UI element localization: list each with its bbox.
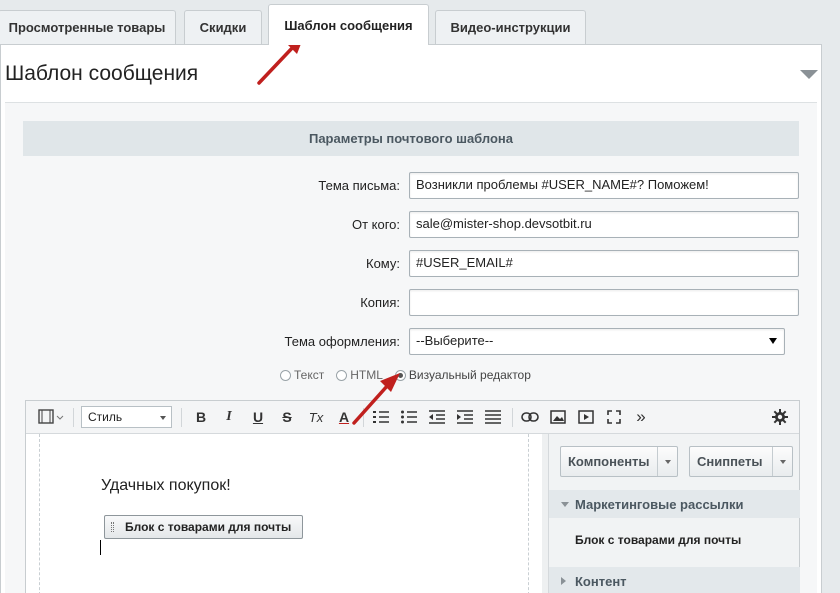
- chevron-right-icon: [561, 577, 566, 585]
- to-field[interactable]: #USER_EMAIL#: [409, 250, 799, 277]
- editor-content-area[interactable]: Удачных покупок! Блок с товарами для поч…: [26, 434, 548, 593]
- align-justify-icon[interactable]: [482, 407, 504, 427]
- theme-select[interactable]: --Выберите--: [409, 328, 785, 355]
- to-label: Кому:: [366, 256, 400, 271]
- tab-message-template[interactable]: Шаблон сообщения: [268, 4, 429, 45]
- group-marketing-label: Маркетинговые рассылки: [575, 496, 744, 512]
- template-mode-icon[interactable]: [36, 407, 66, 427]
- subject-label: Тема письма:: [318, 178, 400, 193]
- page-title: Шаблон сообщения: [5, 62, 199, 85]
- editor-toolbar: Стиль B I U S Tx A »: [26, 401, 799, 434]
- chevron-down-icon[interactable]: [772, 447, 792, 476]
- collapse-arrow-icon[interactable]: [800, 70, 818, 79]
- chevron-down-icon: [160, 416, 166, 420]
- theme-select-value: --Выберите--: [416, 333, 494, 348]
- group-marketing-header[interactable]: Маркетинговые рассылки: [549, 490, 800, 518]
- text-cursor: [100, 540, 101, 555]
- toolbar-divider: [512, 408, 513, 427]
- toolbar-divider: [181, 408, 182, 427]
- theme-label: Тема оформления:: [284, 334, 400, 349]
- chevron-down-icon[interactable]: [657, 447, 677, 476]
- components-sidebar: Компоненты Сниппеты Маркетинговые рассыл…: [548, 434, 800, 593]
- style-select-value: Стиль: [88, 410, 123, 424]
- visual-editor: Стиль B I U S Tx A » Удачных покупок! Бл…: [25, 400, 800, 593]
- components-button[interactable]: Компоненты: [560, 446, 678, 477]
- subject-field[interactable]: Возникли проблемы #USER_NAME#? Поможем!: [409, 172, 799, 199]
- radio-visual-editor[interactable]: Визуальный редактор: [394, 368, 531, 382]
- editor-page-guides: [39, 434, 529, 593]
- snippets-button-label: Сниппеты: [697, 454, 763, 469]
- annotation-arrow-icon: [352, 373, 400, 425]
- outdent-icon[interactable]: [426, 407, 448, 427]
- copy-field[interactable]: [409, 289, 799, 316]
- indent-icon[interactable]: [454, 407, 476, 427]
- components-button-label: Компоненты: [568, 454, 650, 469]
- product-block-chip[interactable]: Блок с товарами для почты: [104, 515, 303, 539]
- snippets-button[interactable]: Сниппеты: [689, 446, 793, 477]
- tab-viewed-products[interactable]: Просмотренные товары: [0, 10, 176, 44]
- chevron-down-icon: [561, 502, 569, 507]
- image-icon[interactable]: [547, 407, 569, 427]
- group-marketing-item[interactable]: Блок с товарами для почты: [575, 533, 741, 547]
- section-header: Параметры почтового шаблона: [23, 121, 799, 156]
- radio-text-label: Текст: [294, 368, 325, 382]
- group-content-label: Контент: [575, 573, 627, 589]
- bold-button[interactable]: B: [191, 407, 211, 427]
- more-button[interactable]: »: [630, 407, 652, 427]
- underline-button[interactable]: U: [248, 407, 268, 427]
- link-icon[interactable]: [519, 407, 541, 427]
- from-field[interactable]: sale@mister-shop.devsotbit.ru: [409, 211, 799, 238]
- video-icon[interactable]: [575, 407, 597, 427]
- fullscreen-icon[interactable]: [603, 407, 625, 427]
- gear-icon[interactable]: [769, 407, 791, 427]
- drag-handle-icon[interactable]: [111, 522, 114, 532]
- tab-video-instructions[interactable]: Видео-инструкции: [435, 10, 586, 44]
- radio-html-dot[interactable]: [336, 369, 348, 381]
- product-block-label: Блок с товарами для почты: [125, 520, 292, 534]
- greeting-text: Удачных покупок!: [101, 477, 231, 494]
- group-content-header[interactable]: Контент: [549, 567, 800, 593]
- tab-bar: Просмотренные товары Скидки Шаблон сообщ…: [0, 0, 840, 45]
- radio-visual-editor-label: Визуальный редактор: [408, 368, 531, 382]
- strikethrough-button[interactable]: S: [277, 407, 297, 427]
- copy-label: Копия:: [360, 295, 400, 310]
- radio-text-dot[interactable]: [280, 369, 291, 381]
- clear-format-button[interactable]: Tx: [305, 407, 327, 427]
- italic-button[interactable]: I: [219, 407, 239, 427]
- from-label: От кого:: [351, 217, 400, 232]
- style-select[interactable]: Стиль: [81, 406, 172, 428]
- radio-text[interactable]: Текст: [280, 368, 324, 382]
- format-radio-group: Текст HTML Визуальный редактор: [280, 368, 543, 382]
- chevron-down-icon: [769, 338, 777, 344]
- toolbar-divider: [73, 408, 74, 427]
